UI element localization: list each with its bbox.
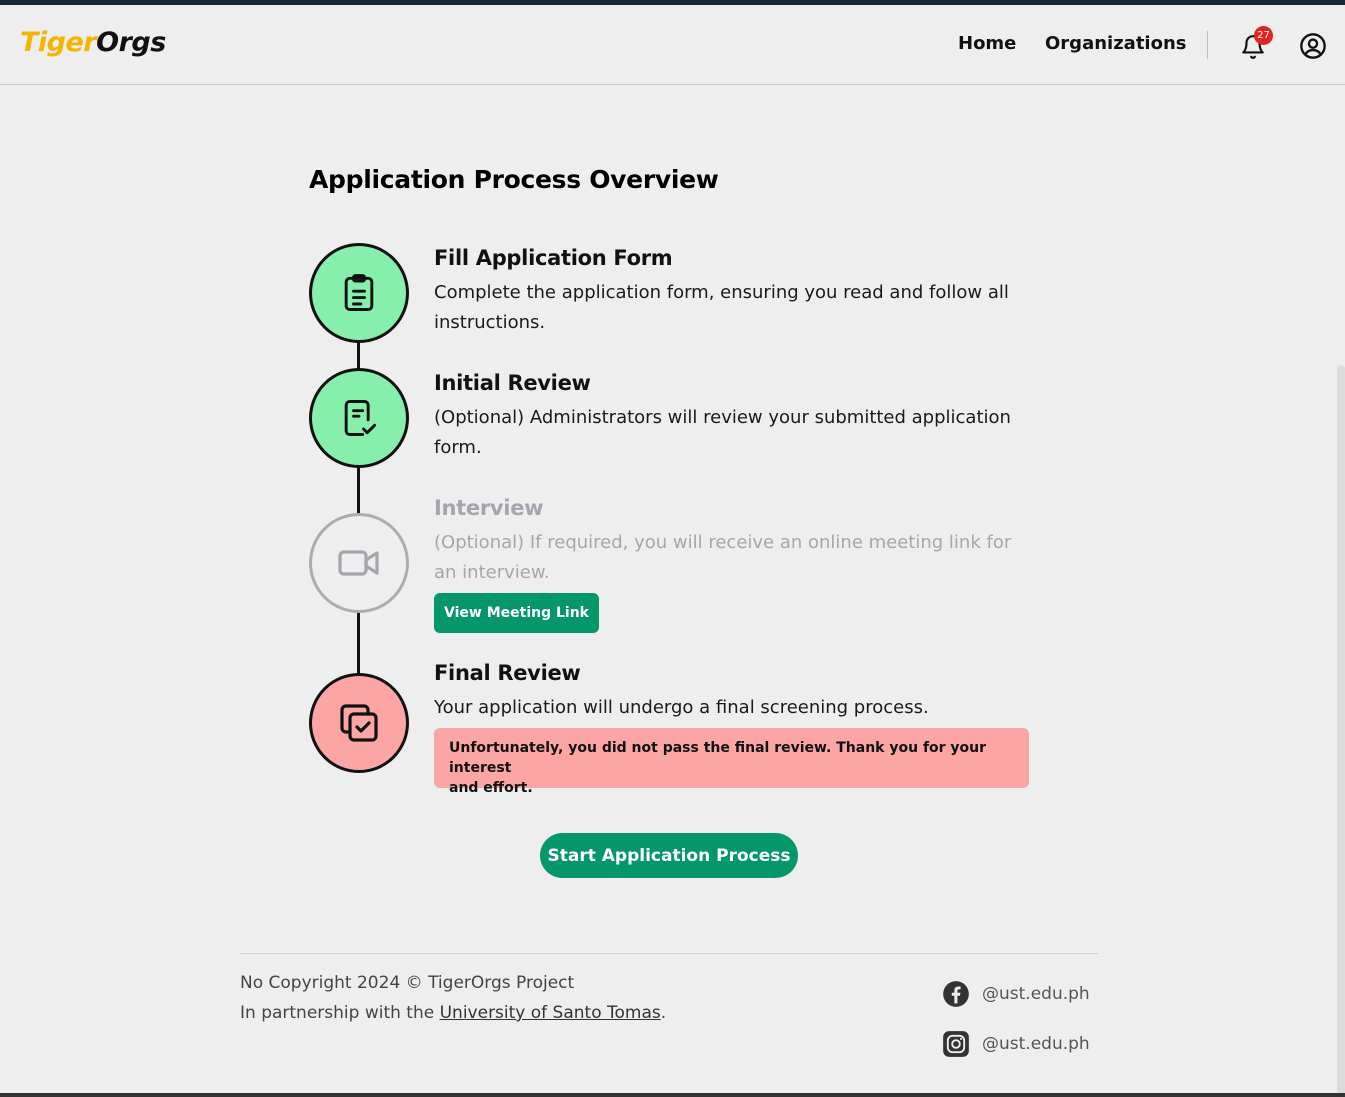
- step-description-line: (Optional) Administrators will review yo…: [434, 407, 1011, 428]
- ust-link[interactable]: University of Santo Tomas: [440, 1003, 661, 1023]
- timeline-connector: [357, 610, 360, 675]
- navbar: TigerOrgs Home Organizations 27: [0, 5, 1345, 85]
- step-title: Fill Application Form: [434, 246, 673, 270]
- step-description: (Optional) If required, you will receive…: [434, 528, 1034, 588]
- instagram-link[interactable]: @ust.edu.ph: [942, 1030, 1090, 1058]
- nav-organizations-link[interactable]: Organizations: [1045, 33, 1187, 54]
- step-title: Initial Review: [434, 371, 591, 395]
- instagram-icon: [943, 1031, 969, 1057]
- logo-orgs: Orgs: [96, 27, 166, 58]
- step-circle-final-review: [309, 673, 409, 773]
- step-circle-interview: [309, 513, 409, 613]
- facebook-handle: @ust.edu.ph: [982, 984, 1090, 1004]
- timeline-connector: [357, 465, 360, 515]
- logo[interactable]: TigerOrgs: [20, 27, 166, 58]
- partnership-suffix: .: [660, 1003, 667, 1023]
- start-application-button[interactable]: Start Application Process: [540, 833, 798, 878]
- page-title: Application Process Overview: [309, 165, 719, 194]
- nav-divider: [1207, 31, 1208, 59]
- footer-partnership: In partnership with the University of Sa…: [240, 1003, 666, 1023]
- footer-copyright: No Copyright 2024 © TigerOrgs Project: [240, 973, 575, 993]
- facebook-link[interactable]: @ust.edu.ph: [942, 980, 1090, 1008]
- clipboard-icon: [344, 274, 374, 311]
- user-account-icon[interactable]: [1299, 32, 1327, 60]
- step-description: Complete the application form, ensuring …: [434, 278, 1034, 338]
- step-circle-fill-form: [309, 243, 409, 343]
- copy-check-icon: [340, 704, 378, 742]
- step-circle-initial-review: [309, 368, 409, 468]
- step-description-line: form.: [434, 437, 482, 458]
- step-description: (Optional) Administrators will review yo…: [434, 403, 1034, 463]
- bottom-window-strip: [0, 1093, 1345, 1097]
- notification-badge: 27: [1254, 26, 1273, 45]
- document-check-icon: [344, 400, 377, 436]
- step-title: Interview: [434, 496, 544, 520]
- view-meeting-link-button[interactable]: View Meeting Link: [434, 593, 599, 633]
- alert-text-line: and effort.: [449, 780, 533, 796]
- facebook-icon: [943, 981, 969, 1007]
- instagram-handle: @ust.edu.ph: [982, 1034, 1090, 1054]
- step-description-line: instructions.: [434, 312, 546, 333]
- step-description: Your application will undergo a final sc…: [434, 697, 929, 718]
- step-description-line: an interview.: [434, 562, 550, 583]
- video-camera-icon: [338, 550, 379, 576]
- scrollbar[interactable]: [1337, 365, 1345, 1095]
- rejection-alert: Unfortunately, you did not pass the fina…: [434, 728, 1029, 796]
- nav-home-link[interactable]: Home: [958, 33, 1016, 54]
- timeline-connector: [357, 340, 360, 370]
- partnership-prefix: In partnership with the: [240, 1003, 440, 1023]
- step-description-line: (Optional) If required, you will receive…: [434, 532, 1012, 553]
- step-title: Final Review: [434, 661, 581, 685]
- footer-divider: [240, 953, 1098, 954]
- logo-tiger: Tiger: [20, 27, 97, 58]
- alert-text-line: Unfortunately, you did not pass the fina…: [449, 740, 987, 776]
- step-description-line: Complete the application form, ensuring …: [434, 282, 1009, 303]
